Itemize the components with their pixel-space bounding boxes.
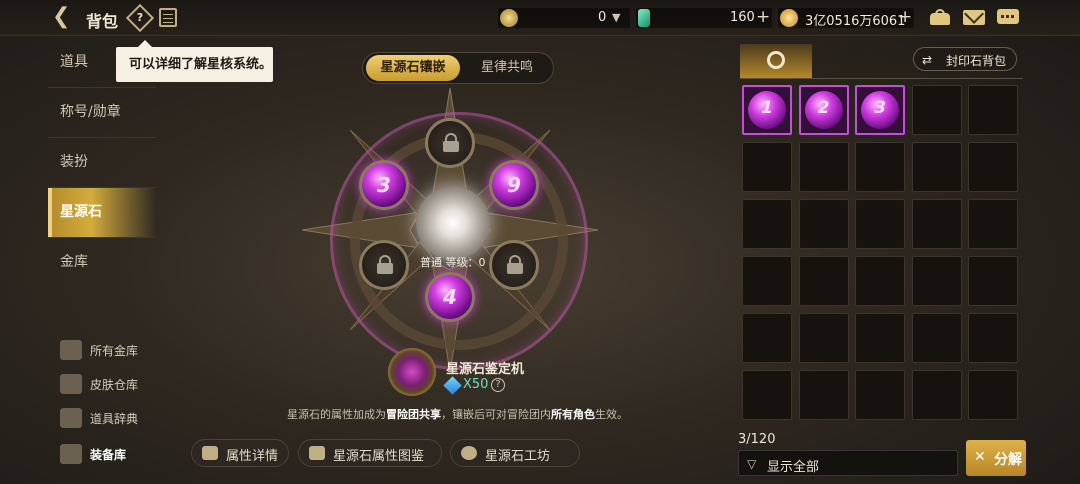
inventory-slot-empty[interactable] <box>798 370 849 420</box>
inventory-slot-empty[interactable] <box>855 256 905 306</box>
dropdown-arrow-icon[interactable]: ▼ <box>612 11 620 24</box>
inventory-slot-empty[interactable] <box>742 142 792 192</box>
book-icon <box>309 446 325 460</box>
appraisal-count: X50 <box>463 377 489 392</box>
locked-slot-lower-left[interactable] <box>359 240 409 290</box>
green-crystal-icon <box>638 9 650 27</box>
all-vaults-link[interactable]: 所有金库 <box>60 338 160 364</box>
starstone-workshop-button[interactable]: 星源石工坊 <box>450 439 580 467</box>
starstone-number: 2 <box>817 98 830 118</box>
chat-icon[interactable] <box>996 7 1020 27</box>
inventory-slot-filled[interactable]: 2 <box>798 85 849 135</box>
attribute-details-button[interactable]: 属性详情 <box>191 439 289 467</box>
skin-storage-icon <box>60 374 82 394</box>
skin-storage-link[interactable]: 皮肤仓库 <box>60 372 160 398</box>
divider <box>740 78 1023 79</box>
filter-icon: ▽ <box>747 457 757 471</box>
inventory-slot-empty[interactable] <box>798 199 849 249</box>
inventory-slot-empty[interactable] <box>968 370 1018 420</box>
currency-crystal: 160 + <box>636 7 772 28</box>
tab-star-resonance[interactable]: 星律共鸣 <box>463 55 551 81</box>
inventory-slot-empty[interactable] <box>911 256 962 306</box>
inventory-slot-empty[interactable] <box>968 256 1018 306</box>
gold-value: 3亿0516万6061 <box>805 14 906 29</box>
inventory-slot-empty[interactable] <box>742 313 792 363</box>
calendar-icon[interactable] <box>159 8 177 27</box>
gem-slot-bottom[interactable]: 4 <box>425 272 475 322</box>
inventory-slot-empty[interactable] <box>798 142 849 192</box>
back-arrow-icon[interactable]: ❮ <box>52 6 78 30</box>
seal-stone-bag-button[interactable]: ⇄ 封印石背包 <box>913 47 1017 71</box>
swap-icon: ⇄ <box>922 53 933 67</box>
hand-icon <box>202 446 218 460</box>
decompose-icon: ✕ <box>974 449 986 465</box>
description-text: 星源石的属性加成为冒险团共享，镶嵌后可对冒险团内所有角色生效。 <box>287 408 628 421</box>
currency-dial[interactable]: 0 ▼ <box>498 8 630 28</box>
inventory-grid: 1 2 3 <box>742 85 1022 420</box>
starstone-number: 3 <box>874 98 886 118</box>
lock-icon <box>377 255 393 274</box>
equipment-icon <box>60 444 82 464</box>
vault-icon <box>60 340 82 360</box>
shop-icon[interactable] <box>928 7 952 27</box>
lock-icon <box>507 255 523 274</box>
inventory-slot-filled[interactable]: 3 <box>855 85 905 135</box>
item-dictionary-link[interactable]: 道具辞典 <box>60 406 160 432</box>
inventory-slot-empty[interactable] <box>911 370 962 420</box>
help-tooltip: 可以详细了解星核系统。 <box>116 40 273 82</box>
page-title: 背包 <box>86 12 119 31</box>
inventory-slot-empty[interactable] <box>968 199 1018 249</box>
star-core[interactable] <box>416 186 490 260</box>
inventory-slot-empty[interactable] <box>968 85 1018 135</box>
inventory-slot-empty[interactable] <box>855 313 905 363</box>
appraisal-machine-icon[interactable] <box>388 348 436 396</box>
crystal-value: 160 <box>730 10 755 25</box>
gem-slot-upper-right[interactable]: 9 <box>489 160 539 210</box>
gem-slot-upper-left[interactable]: 3 <box>359 160 409 210</box>
inventory-slot-empty[interactable] <box>798 256 849 306</box>
inventory-slot-empty[interactable] <box>798 313 849 363</box>
inventory-slot-empty[interactable] <box>911 313 962 363</box>
inventory-slot-filled[interactable]: 1 <box>742 85 792 135</box>
core-level-text: 普通 等级：0 <box>420 256 486 269</box>
add-gold-button[interactable]: + <box>898 7 912 27</box>
lock-icon <box>443 133 459 152</box>
inventory-slot-empty[interactable] <box>911 142 962 192</box>
inventory-slot-empty[interactable] <box>742 199 792 249</box>
add-crystal-button[interactable]: + <box>756 7 770 27</box>
inventory-slot-empty[interactable] <box>742 370 792 420</box>
currency-dial-value: 0 <box>598 10 607 25</box>
inventory-slot-empty[interactable] <box>742 256 792 306</box>
inventory-slot-empty[interactable] <box>855 370 905 420</box>
tab-starstone-inlay[interactable]: 星源石镶嵌 <box>366 55 460 81</box>
sidebar-item-vault[interactable]: 金库 <box>48 238 156 288</box>
attribute-codex-button[interactable]: 星源石属性图鉴 <box>298 439 442 467</box>
equipment-storage-link[interactable]: 装备库 <box>60 442 160 468</box>
inventory-slot-empty[interactable] <box>855 199 905 249</box>
inventory-slot-empty[interactable] <box>911 85 962 135</box>
inventory-slot-empty[interactable] <box>911 199 962 249</box>
currency-gold: 3亿0516万6061 + <box>778 7 914 29</box>
sidebar-item-costume[interactable]: 装扮 <box>48 138 156 188</box>
inventory-slot-empty[interactable] <box>968 142 1018 192</box>
sidebar-item-starstone[interactable]: 星源石 <box>48 188 156 238</box>
gear-icon <box>461 446 477 460</box>
gold-coin-icon <box>780 9 798 27</box>
filter-dropdown[interactable]: ▽ 显示全部 <box>738 450 958 476</box>
appraisal-machine-title: 星源石鉴定机 <box>446 362 525 377</box>
inventory-slot-empty[interactable] <box>855 142 905 192</box>
help-icon[interactable]: ? <box>491 378 505 392</box>
starstone-number: 1 <box>761 98 773 118</box>
decompose-button[interactable]: ✕ 分解 <box>966 440 1026 476</box>
dictionary-icon <box>60 408 82 428</box>
locked-slot-top[interactable] <box>425 118 475 168</box>
gold-dial-icon <box>500 9 518 27</box>
sidebar-item-titles[interactable]: 称号/勋章 <box>48 88 156 138</box>
starstone-category-tab[interactable] <box>740 44 812 78</box>
locked-slot-lower-right[interactable] <box>489 240 539 290</box>
inventory-count: 3/120 <box>738 432 776 447</box>
inventory-slot-empty[interactable] <box>968 313 1018 363</box>
ring-icon <box>767 51 785 69</box>
mail-icon[interactable] <box>962 4 986 27</box>
